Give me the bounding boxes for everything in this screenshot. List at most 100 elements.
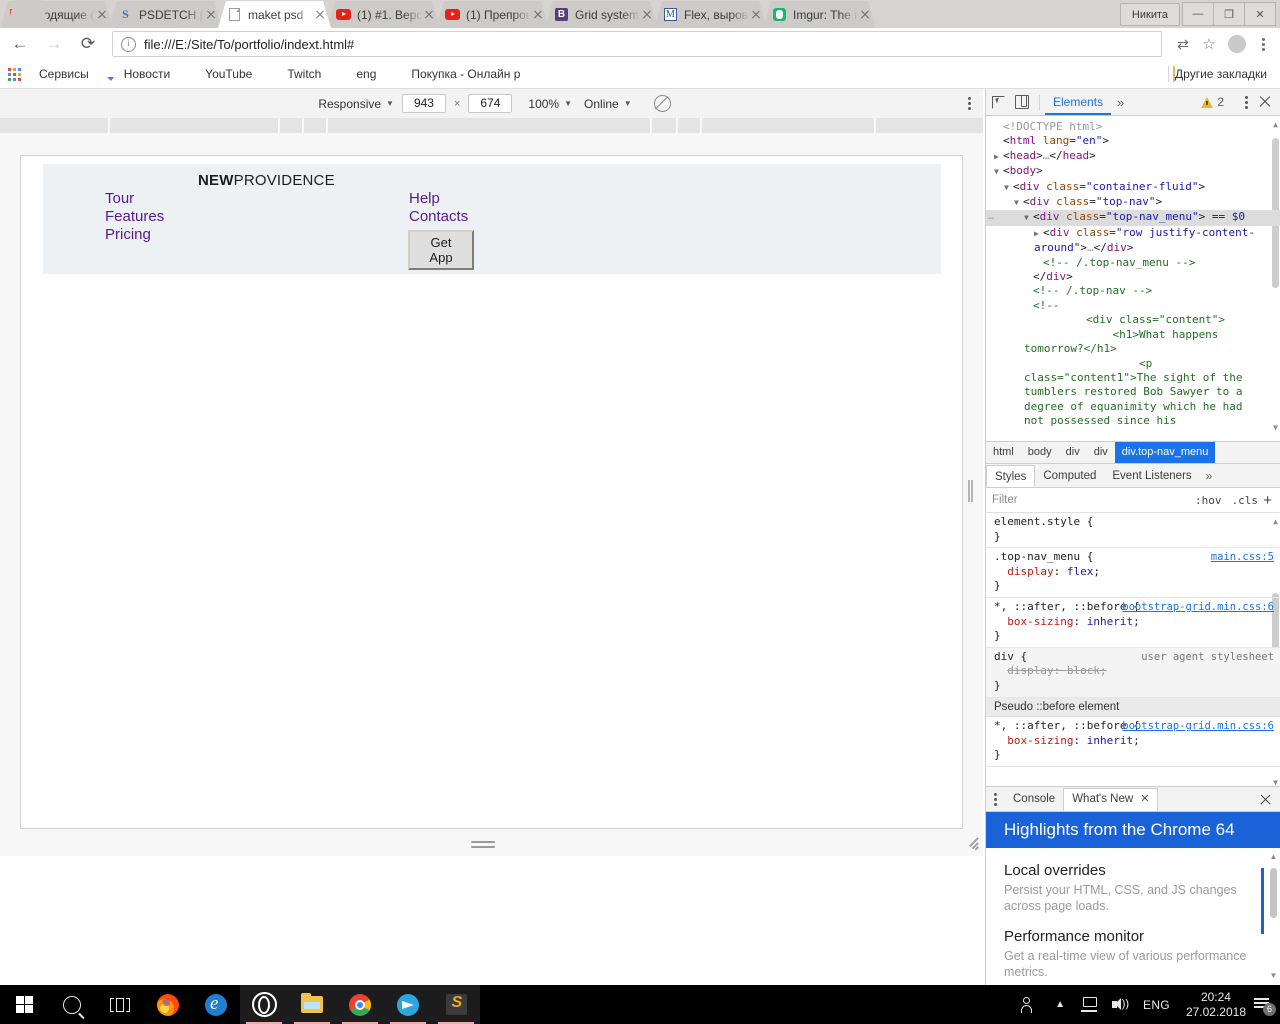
mq-segment[interactable] xyxy=(678,118,701,133)
mq-segment[interactable] xyxy=(328,118,651,133)
edge-icon[interactable] xyxy=(192,985,240,1024)
dom-tree-line[interactable]: ▼<div class="top-nav"> xyxy=(986,195,1280,210)
address-bar[interactable]: i file:///E:/Site/To/portfolio/indext.ht… xyxy=(112,31,1162,57)
get-app-button[interactable]: GetApp xyxy=(408,230,474,270)
browser-tab-3[interactable]: maket psd xyxy=(218,1,331,28)
close-icon[interactable] xyxy=(858,8,872,22)
close-icon[interactable] xyxy=(749,8,763,22)
drawer-close-icon[interactable] xyxy=(1259,793,1272,806)
tab-whats-new[interactable]: What's New ✕ xyxy=(1063,788,1158,811)
profile-avatar[interactable] xyxy=(1228,35,1246,53)
css-property[interactable]: display xyxy=(1007,565,1053,578)
drawer-menu-icon[interactable] xyxy=(994,793,997,806)
task-view-icon[interactable] xyxy=(96,985,144,1024)
dom-tree-line[interactable]: ▼<div class="container-fluid"> xyxy=(986,180,1280,195)
search-icon[interactable] xyxy=(48,985,96,1024)
reload-icon[interactable]: ⟳ xyxy=(74,30,102,58)
scroll-up-arrow-icon[interactable]: ▲ xyxy=(1269,852,1278,861)
translate-icon[interactable]: ⇄ xyxy=(1170,31,1196,57)
opera-icon[interactable] xyxy=(240,985,288,1024)
css-value[interactable]: inherit xyxy=(1087,734,1133,747)
close-icon[interactable] xyxy=(422,8,436,22)
whats-new-item[interactable]: Local overrides Persist your HTML, CSS, … xyxy=(1004,862,1262,914)
dom-tree-line[interactable]: <!-- /.top-nav --> xyxy=(986,284,1280,298)
mq-segment[interactable] xyxy=(0,118,109,133)
sublime-text-icon[interactable] xyxy=(432,985,480,1024)
language-indicator[interactable]: ENG xyxy=(1135,998,1178,1012)
no-cache-icon[interactable] xyxy=(654,95,671,112)
css-rule-source[interactable]: bootstrap-grid.min.css:6 xyxy=(1122,600,1274,615)
window-profile-button[interactable]: Никита xyxy=(1120,3,1180,26)
mq-segment[interactable] xyxy=(280,118,303,133)
breadcrumb-item-div[interactable]: div xyxy=(1087,442,1115,463)
dom-tree-line[interactable]: <!DOCTYPE html> xyxy=(986,120,1280,134)
css-rule[interactable]: .top-nav_menu {main.css:5 display: flex;… xyxy=(986,548,1280,598)
tab-elements[interactable]: Elements xyxy=(1045,90,1111,115)
notifications-icon[interactable]: 6 xyxy=(1254,997,1272,1012)
dom-tree-line[interactable]: </div> xyxy=(986,270,1280,284)
close-icon[interactable] xyxy=(531,8,545,22)
css-property[interactable]: display xyxy=(1007,664,1053,677)
expand-badge[interactable]: … xyxy=(988,210,995,224)
volume-icon[interactable]: )) xyxy=(1105,985,1135,1024)
viewport-height-input[interactable]: 674 xyxy=(468,94,512,113)
device-toolbar-menu-icon[interactable] xyxy=(968,97,971,110)
file-explorer-icon[interactable] xyxy=(288,985,336,1024)
devtools-close-icon[interactable] xyxy=(1258,95,1272,109)
window-maximize-button[interactable]: ❐ xyxy=(1213,2,1245,26)
new-tab-button[interactable] xyxy=(8,0,48,22)
chrome-menu-icon[interactable] xyxy=(1252,38,1274,51)
toggle-device-toolbar-icon[interactable] xyxy=(1010,90,1034,114)
hov-toggle[interactable]: :hov xyxy=(1195,494,1222,507)
mq-segment[interactable] xyxy=(110,118,279,133)
bookmark-item-news[interactable]: Новости xyxy=(96,63,177,85)
windows-start-icon[interactable] xyxy=(0,985,48,1024)
devtools-more-tabs-icon[interactable]: » xyxy=(1111,95,1130,110)
back-icon[interactable]: ← xyxy=(6,30,34,58)
browser-tab-2[interactable]: SPSDETCH | PS xyxy=(109,1,222,28)
whats-new-item[interactable]: Performance monitor Get a real-time view… xyxy=(1004,928,1262,980)
dom-tree-line[interactable]: <div class="content"> xyxy=(986,313,1280,327)
breadcrumb-item-div-top-nav-menu[interactable]: div.top-nav_menu xyxy=(1115,442,1216,463)
css-value[interactable]: block xyxy=(1067,664,1100,677)
clock[interactable]: 20:24 27.02.2018 xyxy=(1178,990,1254,1020)
breadcrumb-item-div[interactable]: div xyxy=(1059,442,1087,463)
dom-tree-line[interactable]: <html lang="en"> xyxy=(986,134,1280,148)
dom-tree-line[interactable]: <!-- /.top-nav_menu --> xyxy=(986,256,1280,270)
tab-computed[interactable]: Computed xyxy=(1035,465,1104,487)
telegram-icon[interactable] xyxy=(384,985,432,1024)
devtools-menu-icon[interactable] xyxy=(1245,96,1248,109)
nav-link-pricing[interactable]: Pricing xyxy=(105,226,164,244)
viewport-resize-handle-bottom[interactable] xyxy=(471,841,495,849)
close-icon[interactable] xyxy=(204,8,218,22)
browser-tab-8[interactable]: Imgur: The m xyxy=(763,1,876,28)
breadcrumb-item-body[interactable]: body xyxy=(1021,442,1059,463)
nav-link-tour[interactable]: Tour xyxy=(105,190,164,208)
warning-indicator[interactable]: 2 xyxy=(1201,95,1224,109)
css-value[interactable]: flex xyxy=(1067,565,1094,578)
viewport-resize-handle-corner[interactable] xyxy=(966,837,978,849)
tab-console[interactable]: Console xyxy=(1005,788,1063,811)
zoom-select[interactable]: 100% ▼ xyxy=(528,97,572,111)
apps-grid-icon[interactable] xyxy=(8,66,24,82)
css-property[interactable]: box-sizing xyxy=(1007,734,1073,747)
dom-tree-line[interactable]: ▶<div class="row justify-content-around"… xyxy=(986,226,1280,256)
css-rule-source[interactable]: bootstrap-grid.min.css:6 xyxy=(1122,719,1274,734)
close-icon[interactable]: ✕ xyxy=(1140,788,1149,811)
inspect-element-icon[interactable] xyxy=(986,90,1010,114)
dom-tree-line[interactable]: ▼<body> xyxy=(986,164,1280,179)
breadcrumb-item-html[interactable]: html xyxy=(986,442,1021,463)
css-property[interactable]: box-sizing xyxy=(1007,615,1073,628)
css-rule[interactable]: *, ::after, ::before {bootstrap-grid.min… xyxy=(986,717,1280,767)
css-rule-source[interactable]: main.css:5 xyxy=(1211,550,1274,565)
close-icon[interactable] xyxy=(95,8,109,22)
elements-tree[interactable]: ▲ ▼ <!DOCTYPE html><html lang="en">▶<hea… xyxy=(986,116,1280,441)
mq-segment[interactable] xyxy=(876,118,984,133)
styles-pane[interactable]: ▲ ▼ element.style {}.top-nav_menu {main.… xyxy=(986,513,1280,793)
people-icon[interactable] xyxy=(1015,985,1045,1024)
window-close-button[interactable]: ✕ xyxy=(1244,2,1276,26)
show-hidden-icons-icon[interactable]: ▲ xyxy=(1045,985,1075,1024)
tab-styles[interactable]: Styles xyxy=(986,465,1035,487)
scrollbar-thumb[interactable] xyxy=(1270,868,1277,918)
dom-tree-selected-node[interactable]: ▼<div class="top-nav_menu"> == $0… xyxy=(986,210,1280,225)
